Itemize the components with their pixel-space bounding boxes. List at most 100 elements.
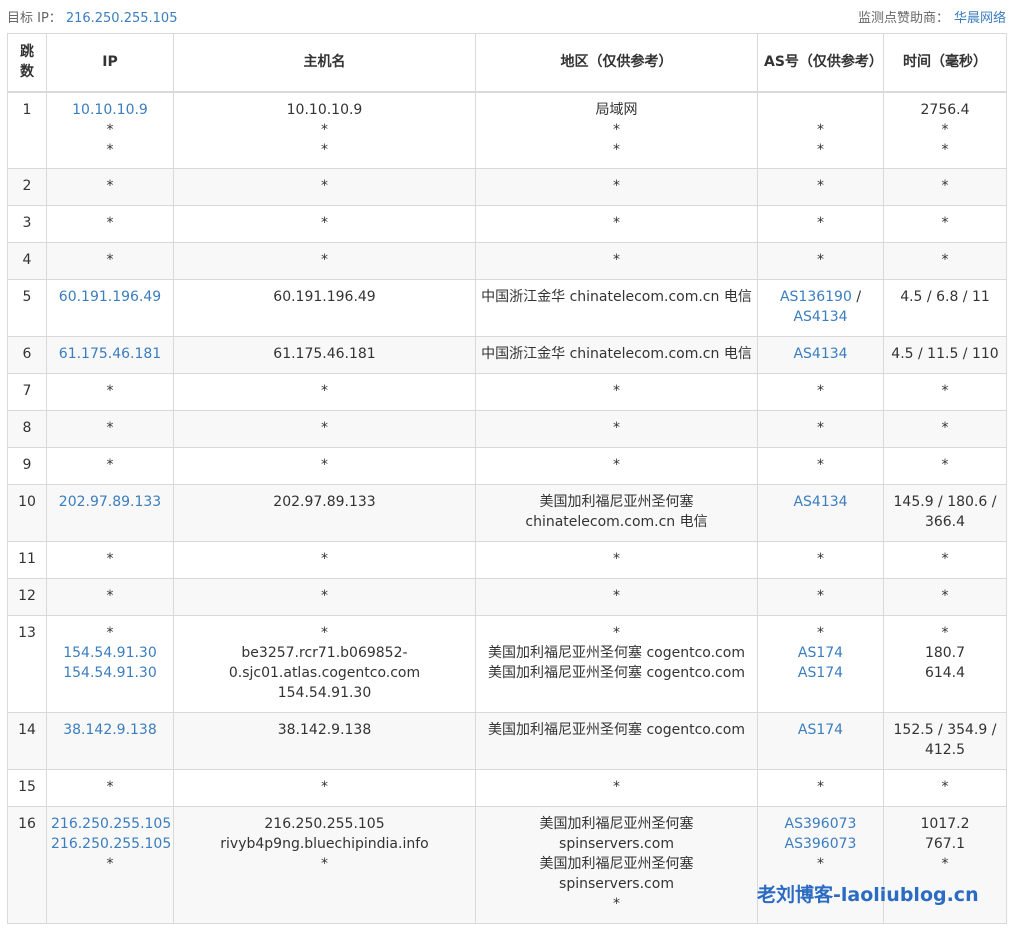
cell-time: * — [883, 769, 1007, 807]
time-text: 366.4 — [924, 514, 966, 530]
cell-ip: 61.175.46.181 — [46, 336, 174, 374]
ip-text: * — [106, 141, 114, 158]
as-link[interactable]: AS4134 — [793, 309, 847, 325]
region-text: 中国浙江金华 chinatelecom.com.cn 电信 — [481, 289, 752, 305]
time-text: * — [941, 252, 949, 268]
ip-link[interactable]: 216.250.255.105 — [51, 814, 171, 834]
cell-time: * — [883, 373, 1007, 411]
cell-region: * — [475, 242, 758, 280]
as-line: AS174 — [762, 720, 879, 740]
ip-link[interactable]: 10.10.10.9 — [51, 100, 169, 120]
as-link[interactable]: AS4134 — [793, 346, 847, 362]
table-row: 11 * * * * * — [7, 541, 1007, 579]
as-text: * — [817, 625, 824, 641]
hop-number: 15 — [18, 779, 36, 795]
target-ip-link[interactable]: 216.250.255.105 — [66, 11, 178, 26]
cell-region: * — [475, 168, 758, 206]
as-line: * — [762, 623, 879, 643]
cell-ip: 38.142.9.138 — [46, 712, 174, 770]
ip-text: * — [106, 178, 114, 194]
ip-text: * — [106, 856, 114, 872]
table-row: 3 * * * * * — [7, 205, 1007, 243]
cell-region: 中国浙江金华 chinatelecom.com.cn 电信 — [475, 279, 758, 337]
cell-ip: * — [46, 373, 174, 411]
hop-number: 12 — [18, 588, 36, 604]
cell-hop: 16 — [7, 806, 47, 924]
hostname-text: * — [321, 121, 328, 138]
ip-link[interactable]: 216.250.255.105 — [51, 834, 171, 854]
as-link[interactable]: AS4134 — [793, 494, 847, 510]
region-text: * — [613, 551, 620, 567]
ip-link[interactable]: 60.191.196.49 — [51, 287, 169, 307]
cell-ip: * — [46, 447, 174, 485]
hostname-text: * — [321, 252, 328, 268]
region-text: 美国加利福尼亚州圣何塞 — [539, 816, 694, 832]
target-info: 目标 IP： 216.250.255.105 — [7, 7, 177, 26]
region-text: * — [613, 178, 620, 194]
cell-hop: 4 — [7, 242, 47, 280]
table-row: 5 60.191.196.49 60.191.196.49 中国浙江金华 chinat… — [7, 279, 1007, 337]
cell-hop: 6 — [7, 336, 47, 374]
hostname-text: * — [321, 457, 328, 473]
as-link[interactable]: AS136190 — [780, 289, 852, 305]
ip-link[interactable]: 202.97.89.133 — [51, 492, 169, 512]
as-link[interactable]: AS174 — [798, 665, 843, 681]
hop-number: 2 — [22, 178, 32, 194]
as-link[interactable]: AS396073 — [785, 836, 857, 852]
as-line: * — [762, 455, 879, 475]
hostname-text: * — [321, 420, 328, 436]
sponsor-link[interactable]: 华晨网络 — [954, 11, 1006, 26]
cell-ip: 202.97.89.133 — [46, 484, 174, 542]
column-header-hop-line: 跳 — [20, 44, 34, 61]
time-text: 412.5 — [924, 742, 966, 758]
as-link[interactable]: AS174 — [798, 722, 843, 738]
cell-ip: 60.191.196.49 — [46, 279, 174, 337]
as-link[interactable]: AS174 — [798, 645, 843, 661]
ip-link[interactable]: 38.142.9.138 — [51, 720, 169, 740]
ip-text: * — [106, 625, 114, 641]
sponsor-info: 监测点赞助商： 华晨网络 — [858, 7, 1006, 26]
time-text: 180.7 — [924, 645, 966, 661]
time-text: 145.9 / 180.6 / — [893, 494, 997, 510]
as-text: * — [817, 252, 824, 268]
as-separator: / — [851, 289, 862, 305]
cell-host: * — [173, 168, 476, 206]
cell-host: * — [173, 205, 476, 243]
hostname-text: 38.142.9.138 — [277, 722, 372, 738]
cell-time: 4.5 / 6.8 / 11 — [883, 279, 1007, 337]
cell-as: * — [757, 769, 884, 807]
cell-hop: 3 — [7, 205, 47, 243]
hostname-text: 60.191.196.49 — [273, 289, 376, 305]
cell-as: * — [757, 373, 884, 411]
cell-host: 38.142.9.138 — [173, 712, 476, 770]
as-link[interactable]: AS396073 — [785, 816, 857, 832]
table-header-row: 跳数 IP 主机名 地区（仅供参考） AS号（仅供参考） 时间（毫秒） — [7, 33, 1007, 93]
as-line — [762, 100, 879, 120]
ip-link[interactable]: 61.175.46.181 — [51, 344, 169, 364]
ip-link[interactable]: 154.54.91.30 — [51, 643, 169, 663]
cell-region: * 美国加利福尼亚州圣何塞 cogentco.com 美国加利福尼亚州圣何塞 cog… — [475, 615, 758, 713]
hostname-text: * — [321, 588, 328, 604]
cell-region: 美国加利福尼亚州圣何塞 cogentco.com — [475, 712, 758, 770]
cell-time: * — [883, 242, 1007, 280]
as-line: * — [762, 777, 879, 797]
cell-hop: 8 — [7, 410, 47, 448]
cell-ip: * — [46, 205, 174, 243]
ip-link[interactable]: 154.54.91.30 — [51, 663, 169, 683]
hostname-text: * — [321, 856, 328, 872]
region-text: spinservers.com — [559, 836, 674, 852]
time-text: 2756.4 — [920, 101, 970, 118]
cell-as: * — [757, 447, 884, 485]
cell-host: * — [173, 541, 476, 579]
region-text: * — [613, 896, 620, 912]
as-text: * — [817, 420, 824, 436]
ip-text: * — [106, 588, 114, 604]
time-text: * — [941, 625, 949, 641]
as-line: * — [762, 176, 879, 196]
cell-time: * — [883, 205, 1007, 243]
ip-text: * — [106, 420, 114, 436]
cell-ip: * — [46, 168, 174, 206]
cell-region: * — [475, 541, 758, 579]
column-header-hop-line: 数 — [20, 64, 34, 81]
time-text: 767.1 — [924, 836, 966, 852]
